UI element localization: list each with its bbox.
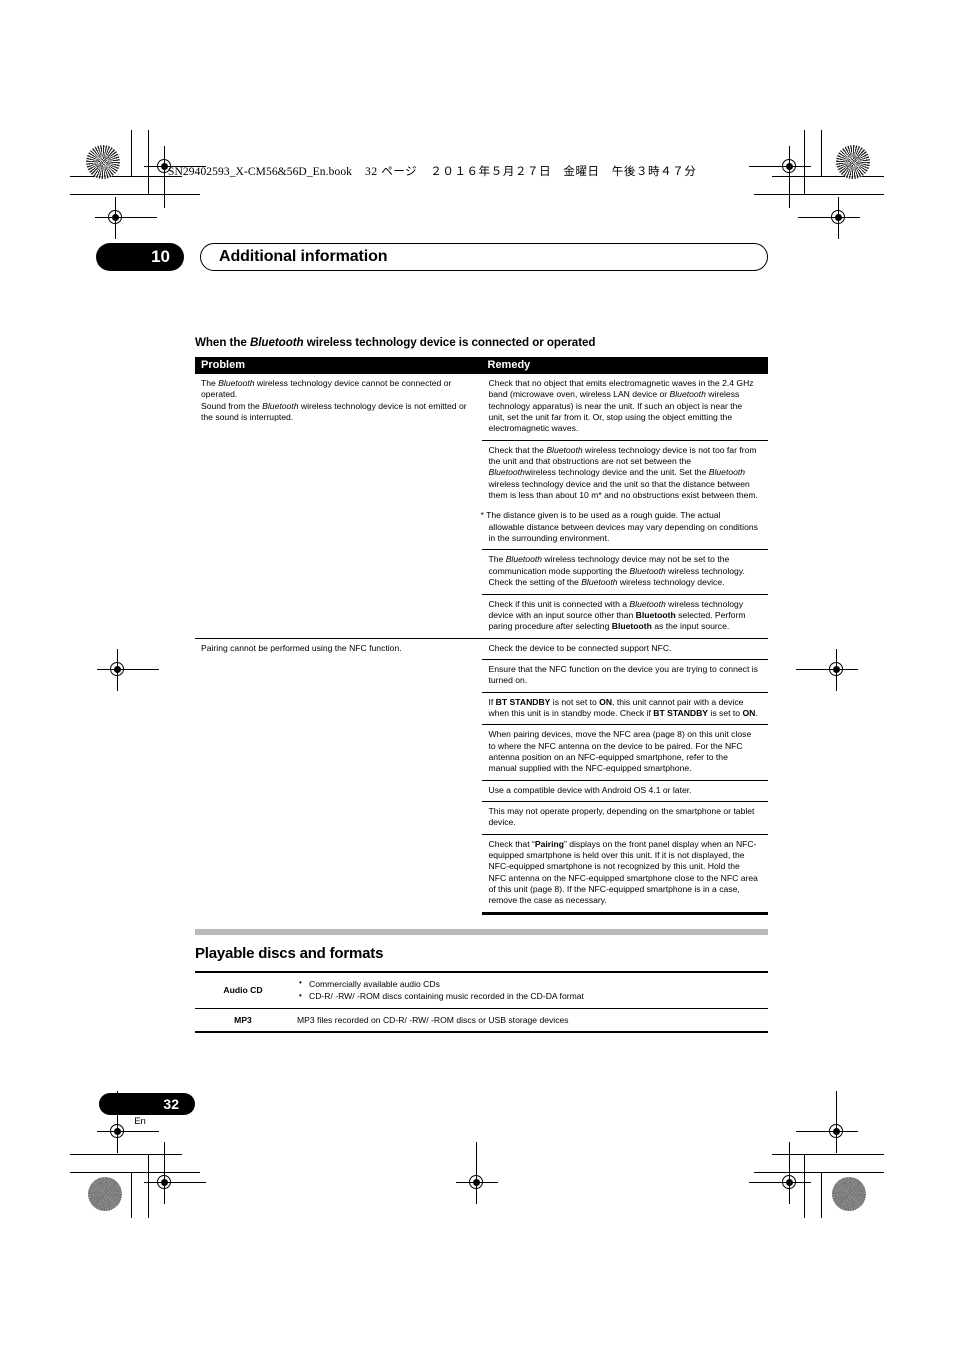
page-language-code: En <box>134 1116 146 1127</box>
crop-mark-top-left-h2 <box>70 194 200 196</box>
troubleshooting-heading-before: When the <box>195 336 250 349</box>
format-label: MP3 <box>195 1007 291 1034</box>
column-header-remedy: Remedy <box>487 359 531 371</box>
format-description: MP3 files recorded on CD-R/ -RW/ -ROM di… <box>291 1007 768 1034</box>
format-bullet-list: Commercially available audio CDsCD-R/ -R… <box>297 977 764 1003</box>
registration-target-bottom-right <box>749 1142 811 1204</box>
playable-formats-table: Audio CDCommercially available audio CDs… <box>195 970 768 1034</box>
registration-target-bottom-left <box>144 1142 206 1204</box>
print-file-name: SN29402593_X-CM56&56D_En.book <box>168 166 353 178</box>
problem-cell: Pairing cannot be performed using the NF… <box>195 637 482 914</box>
playable-formats-body: Audio CDCommercially available audio CDs… <box>195 970 768 1034</box>
print-date: ２０１６年５月２７日 金曜日 午後３時４７分 <box>430 166 697 178</box>
format-bullet: CD-R/ -RW/ -ROM discs containing music r… <box>297 990 764 1002</box>
remedy-cell: Ensure that the NFC function on the devi… <box>481 658 768 693</box>
table-header-row: Problem Remedy <box>195 357 768 374</box>
rosette-mark-bottom-right <box>832 1177 866 1211</box>
print-page-marker: 32 ページ <box>365 166 418 178</box>
registration-target-upper-right <box>798 197 860 239</box>
remedy-cell: Check the device to be connected support… <box>481 637 768 660</box>
crop-mark-bottom-right-h2 <box>754 1172 884 1174</box>
registration-target-mid-right <box>796 649 858 691</box>
remedy-cell: When pairing devices, move the NFC area … <box>481 724 768 781</box>
remedy-cell: Check if this unit is connected with a B… <box>481 593 768 639</box>
format-label: Audio CD <box>195 970 291 1009</box>
chapter-number-badge: 10 <box>96 243 184 271</box>
column-header-problem: Problem <box>201 359 246 371</box>
troubleshooting-heading: When the Bluetooth wireless technology d… <box>195 336 768 349</box>
remedy-cell: Check that no object that emits electrom… <box>488 378 754 434</box>
rosette-mark-top-left <box>86 145 120 179</box>
rosette-mark-top-right <box>836 145 870 179</box>
registration-target-top-right <box>749 146 811 208</box>
problem-line: Sound from the Bluetooth wireless techno… <box>201 400 467 423</box>
registration-target-mid-left <box>97 649 159 691</box>
remedy-cell: The Bluetooth wireless technology device… <box>481 549 768 594</box>
troubleshooting-heading-italic: Bluetooth <box>249 336 304 349</box>
page-number-badge: 32 <box>99 1093 195 1115</box>
troubleshooting-heading-after: wireless technology device is connected … <box>303 336 596 349</box>
playable-heading: Playable discs and formats <box>195 944 384 962</box>
problem-line: The Bluetooth wireless technology device… <box>201 378 452 400</box>
footnote-text: * The distance given is to be used as a … <box>480 510 758 544</box>
crop-mark-top-right-v <box>821 130 823 176</box>
page-footer: 32 En <box>99 1093 195 1127</box>
crop-mark-bottom-left-h2 <box>70 1172 200 1174</box>
remedy-cell: Check that “Pairing” displays on the fro… <box>481 833 768 915</box>
troubleshooting-table-body: Problem Remedy <box>195 357 768 374</box>
registration-target-lower-right <box>796 1091 858 1153</box>
troubleshooting-table: Problem Remedy The Bluetooth wireless te… <box>195 357 768 915</box>
crop-mark-top-left-v <box>131 130 133 176</box>
remedy-cell: This may not operate properly, depending… <box>481 800 768 835</box>
manual-page: SN29402593_X-CM56&56D_En.book 32 ページ ２０１… <box>0 0 954 1351</box>
format-row: MP3 MP3 files recorded on CD-R/ -RW/ -ROM… <box>195 1007 768 1034</box>
remedy-cell: If BT STANDBY is not set to ON, this uni… <box>481 691 768 725</box>
remedy-cell: Use a compatible device with Android OS … <box>481 779 768 802</box>
registration-target-bottom-center <box>456 1142 498 1204</box>
format-description: Commercially available audio CDsCD-R/ -R… <box>291 970 768 1009</box>
registration-target-upper-left <box>95 197 157 239</box>
page-content: When the Bluetooth wireless technology d… <box>195 336 768 1034</box>
crop-mark-bottom-right-v <box>821 1172 823 1218</box>
remedy-cell: Check that the Bluetooth wireless techno… <box>481 439 768 507</box>
table-row: Pairing cannot be performed using the NF… <box>195 637 768 914</box>
rosette-mark-bottom-left <box>88 1177 122 1211</box>
table-row: The Bluetooth wireless technology device… <box>195 374 768 440</box>
format-bullet: Commercially available audio CDs <box>297 977 764 990</box>
section-divider-bar <box>195 928 768 935</box>
problem-line: Pairing cannot be performed using the NF… <box>201 642 402 653</box>
format-row: Audio CDCommercially available audio CDs… <box>195 970 768 1009</box>
crop-mark-top-right-h2 <box>754 194 884 196</box>
problem-cell: The Bluetooth wireless technology device… <box>195 374 482 638</box>
chapter-title: Additional information <box>200 243 768 271</box>
troubleshooting-rows: The Bluetooth wireless technology device… <box>195 374 768 915</box>
crop-mark-bottom-left-v <box>131 1172 133 1218</box>
print-file-header: SN29402593_X-CM56&56D_En.book 32 ページ ２０１… <box>168 163 696 179</box>
